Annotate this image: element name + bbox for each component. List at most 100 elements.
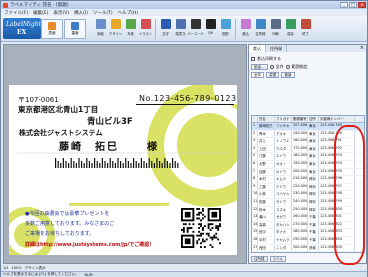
table-cell: 千葉 [308,236,319,244]
insert-checkbox[interactable] [251,57,255,61]
table-cell: 工藤 [258,183,275,191]
table-cell: 千葉 [308,221,319,229]
range-select[interactable]: 全件 [251,72,265,78]
column-header[interactable]: お客様ナンバー [319,116,355,122]
shape-button[interactable]: 図形 [218,18,233,40]
postal-barcode[interactable] [55,158,181,168]
column-header[interactable]: 郵便番号 [292,116,308,122]
tab-merge[interactable]: 差込 [249,45,266,52]
table-cell: コバヤシ [275,191,292,198]
tool-buttons: 用紙 デザイン 写真 イラスト 文字 縦書き バーコード QR 図形 差込 住所… [93,18,313,40]
table-cell: 上田 [258,145,275,153]
exit-button[interactable]: 終了 [298,18,313,40]
recipient-name[interactable]: 藤崎 拓巳 [59,138,119,153]
table-cell: 千葉 [308,229,319,236]
footnote-line3[interactable]: ご来場をお待ちしております。 [25,230,94,237]
design-button[interactable]: デザイン [108,18,123,40]
qr-code[interactable] [181,208,221,248]
footnote-line2[interactable]: 多数ご用意しております。みなさまのご [25,220,114,227]
honorific[interactable]: 様 [147,138,157,153]
title-bar: ラベルマイティ 宛名 - [無題] _ □ × [1,1,367,9]
barcode-icon [190,19,201,29]
canvas-area[interactable]: 〒107-0061 東京都港区北青山1丁目 青山ビル3F 株式会社ジャストシステ… [3,44,247,264]
illust-button[interactable]: イラスト [138,18,153,40]
view-mode[interactable]: デザイン表示 [25,266,46,271]
menu-edit[interactable]: 編集(E) [33,10,48,16]
table-cell: 220-000 [292,183,308,191]
app-window: ラベルマイティ 宛名 - [無題] _ □ × ファイル(F) 編集(E) 表示… [0,0,368,277]
table-cell: 160-000 [292,138,308,145]
qr-icon [205,19,216,29]
change-button[interactable]: 変更 [266,72,280,78]
print-button[interactable]: 印刷 [268,18,283,40]
photo-button[interactable]: 写真 [123,18,138,40]
exit-icon [300,19,311,29]
save-button[interactable]: 保存 [283,18,298,40]
paper-button[interactable]: 用紙 [93,18,108,40]
tool-label: 終了 [302,32,309,36]
table-cell: 小林 [258,191,275,198]
text-button[interactable]: 文字 [158,18,173,40]
side-switch: 表面 裏面 [41,19,86,39]
merge-button[interactable]: 差込 [238,18,253,40]
barcode-button[interactable]: バーコード [187,18,204,40]
table-cell: アオキ [275,130,292,138]
address-line1[interactable]: 東京都港区北青山1丁目 [18,104,98,115]
column-header[interactable]: 氏名 [258,116,275,122]
tool-label: 住所録 [255,32,266,36]
menu-insert[interactable]: 挿入(I) [74,10,88,16]
back-side-label: 裏面 [71,31,79,35]
settings-button[interactable]: 設定... [251,64,268,70]
menu-file[interactable]: ファイル(F) [4,10,28,16]
back-side-button[interactable]: 裏面 [64,19,86,39]
column-header[interactable]: 住所 [308,116,319,122]
update-button[interactable]: 更新 [281,72,295,78]
postcard[interactable]: 〒107-0061 東京都港区北青山1丁目 青山ビル3F 株式会社ジャストシステ… [9,85,237,255]
insert-checkbox-label: 差込印刷する [257,56,281,61]
footnote-line1[interactable]: ●今回の抽選会では豪華プレゼントを [25,210,109,217]
status-help-text: ヘルプを表示するには [F1] を押してください。 [3,272,79,276]
promo-url[interactable]: 詳細はhttp://www.justsystems.com/jp/でご確認！ [25,241,154,248]
footer-tab-label[interactable]: ラベル [269,255,286,262]
radio-range[interactable] [285,65,290,69]
side-panel-tabs: 差込 住所録 [249,45,366,52]
table-cell: タカハシ [275,221,292,229]
table-cell: 290-000 [292,236,308,244]
footer-tab-addressbook[interactable]: 住所録 [251,255,268,262]
settings-row: 設定... 全件 範囲指定 [251,63,365,71]
front-side-button[interactable]: 表面 [41,19,63,39]
table-cell: 神奈 [308,183,319,191]
page-indicator[interactable]: 1/1 [3,266,9,270]
table-cell: クドウ [275,183,292,191]
close-button[interactable]: × [358,2,366,8]
column-header[interactable]: フリガナ [275,116,292,122]
table-cell: 180-000 [292,153,308,160]
menu-tools[interactable]: ツール(T) [93,10,113,16]
tool-label: 写真 [127,32,134,36]
table-cell: エトウ [275,153,292,160]
address-line2[interactable]: 青山ビル3F [87,115,133,127]
vertical-text-button[interactable]: 縦書き [173,18,188,40]
table-cell: タナカ [275,229,292,236]
menu-view[interactable]: 表示(V) [53,10,69,16]
radio-all[interactable] [269,65,274,69]
tab-addressbook[interactable]: 住所録 [266,45,287,52]
maximize-button[interactable]: □ [349,2,357,8]
table-cell: 260-000 [292,214,308,221]
panel-close-icon[interactable]: × [360,45,364,51]
minimize-button[interactable]: _ [340,2,348,8]
menu-help[interactable]: ヘルプ(H) [118,10,138,16]
qr-button[interactable]: QR [203,18,218,40]
company-name[interactable]: 株式会社ジャストシステム [19,128,102,138]
table-cell: 井上 [258,138,275,145]
zoom-level[interactable]: 100% [12,266,22,270]
addressbook-button[interactable]: 住所録 [253,18,268,40]
printer-icon [270,19,281,29]
tool-label: 縦書き [175,32,186,36]
customer-number[interactable]: No.123-456-789-0123 [139,94,237,103]
photo-icon [125,19,136,29]
tool-label: 差込 [242,32,249,36]
table-cell: イノウエ [275,138,292,145]
table-cell: サトウ [275,198,292,206]
tool-label: 印刷 [272,32,279,36]
